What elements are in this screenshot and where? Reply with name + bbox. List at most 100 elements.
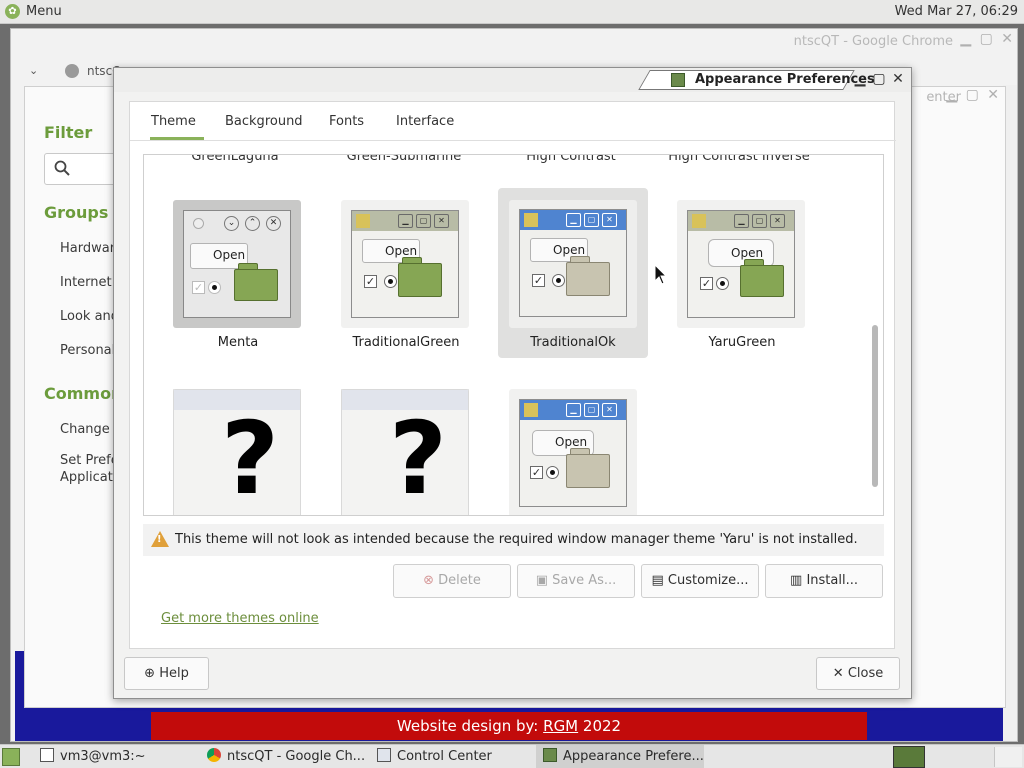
theme-preview-menta: ⌄ ⌃ ✕ Open ✓ xyxy=(173,200,301,328)
taskbar-label: ntscQT - Google Ch... xyxy=(227,749,366,764)
taskbar-label: Appearance Prefere... xyxy=(563,749,704,764)
theme-item-traditionalok[interactable]: ▁ ▢ ✕ Open ✓ TraditionalOk xyxy=(498,188,648,358)
chrome-window-title: ntscQT - Google Chrome xyxy=(793,34,953,49)
preferences-notebook: Theme Background Fonts Interface GreenLa… xyxy=(129,101,896,649)
theme-label-green-submarine[interactable]: Green-Submarine xyxy=(329,155,479,164)
chevron-down-icon[interactable]: ⌄ xyxy=(29,64,38,77)
appearance-preferences-window: Appearance Preferences ▁ ▢ ✕ Theme Backg… xyxy=(113,67,912,699)
groups-heading: Groups xyxy=(44,203,109,222)
close-label: Close xyxy=(847,666,884,681)
theme-label-high-contrast[interactable]: High Contrast xyxy=(496,155,646,164)
globe-icon xyxy=(65,64,79,78)
appearance-app-icon xyxy=(671,73,685,87)
close-icon: ✕ xyxy=(832,666,844,681)
filter-heading: Filter xyxy=(44,123,93,142)
banner-suffix: 2022 xyxy=(578,717,622,735)
close-icon: ✕ xyxy=(434,214,449,228)
help-label: Help xyxy=(159,666,189,681)
close-button[interactable]: ✕ Close xyxy=(816,657,900,690)
folder-icon xyxy=(566,262,610,296)
save-as-button[interactable]: ▣ Save As... xyxy=(517,564,635,598)
app-icon xyxy=(524,213,538,227)
minimize-icon: ▁ xyxy=(566,403,581,417)
theme-grid-scrollbar[interactable] xyxy=(872,325,878,487)
minimize-icon[interactable]: ▁ xyxy=(852,71,868,87)
title-bar[interactable]: Appearance Preferences ▁ ▢ ✕ xyxy=(114,68,911,92)
tab-background[interactable]: Background xyxy=(225,114,303,129)
maximize-icon: ▢ xyxy=(584,403,599,417)
theme-label-high-contrast-inverse[interactable]: High Contrast Inverse xyxy=(664,155,814,164)
theme-item-yarugreen[interactable]: ▁ ▢ ✕ Open ✓ YaruGreen xyxy=(677,200,807,360)
tab-fonts[interactable]: Fonts xyxy=(329,114,364,129)
radio-icon xyxy=(208,281,221,294)
theme-preview-yarugreen: ▁ ▢ ✕ Open ✓ xyxy=(677,200,805,328)
theme-item-unknown-3[interactable]: ▁ ▢ ✕ Open ✓ xyxy=(509,389,637,515)
theme-name-traditionalgreen: TraditionalGreen xyxy=(352,335,460,350)
theme-item-unknown-1[interactable]: ? xyxy=(173,389,301,516)
preview-window: ▁ ▢ ✕ Open ✓ xyxy=(351,210,459,318)
clock[interactable]: Wed Mar 27, 06:29 xyxy=(895,4,1018,19)
save-as-label: Save As... xyxy=(552,573,617,588)
maximize-icon[interactable]: ▢ xyxy=(871,71,887,87)
terminal-icon xyxy=(40,748,54,762)
group-item-look-and-feel[interactable]: Look and xyxy=(60,309,119,324)
warning-message: This theme will not look as intended bec… xyxy=(175,532,858,547)
warning-icon: ! xyxy=(151,531,169,547)
mouse-cursor-icon xyxy=(654,264,668,285)
theme-name-traditionalok: TraditionalOk xyxy=(530,335,616,350)
minimize-icon: ▁ xyxy=(734,214,749,228)
group-item-personal[interactable]: Personal xyxy=(60,343,115,358)
menu-icon[interactable]: ✿ xyxy=(5,4,20,19)
chevron-down-icon: ⌄ xyxy=(224,216,239,231)
taskbar-label: vm3@vm3:~ xyxy=(60,749,146,764)
app-icon xyxy=(356,214,370,228)
theme-item-unknown-2[interactable]: ? xyxy=(341,389,469,515)
theme-item-traditionalgreen[interactable]: ▁ ▢ ✕ Open ✓ TraditionalGreen xyxy=(341,200,471,360)
taskbar-item-control-center[interactable]: Control Center xyxy=(377,748,492,766)
warning-bar: ! This theme will not look as intended b… xyxy=(143,524,884,556)
install-button[interactable]: ▥ Install... xyxy=(765,564,883,598)
website-design-banner: Website design by: RGM 2022 xyxy=(151,712,867,740)
search-icon xyxy=(54,160,70,176)
folder-icon xyxy=(566,454,610,488)
folder-icon xyxy=(740,265,784,297)
chrome-icon xyxy=(207,748,221,762)
missing-preview-question-mark: ? xyxy=(221,400,280,516)
banner-link[interactable]: RGM xyxy=(543,717,578,735)
preview-window: ▁ ▢ ✕ Open ✓ xyxy=(687,210,795,318)
tab-theme[interactable]: Theme xyxy=(151,114,196,129)
theme-name-menta: Menta xyxy=(217,335,259,350)
menu-button[interactable]: Menu xyxy=(26,4,62,19)
app-icon xyxy=(692,214,706,228)
theme-label-greenlaguna[interactable]: GreenLaguna xyxy=(160,155,310,164)
preview-circle-icon xyxy=(193,218,204,229)
close-icon: ✕ xyxy=(770,214,785,228)
clipboard-icon: ▤ xyxy=(651,573,664,588)
banner-prefix: Website design by: xyxy=(396,717,544,735)
taskbar-item-appearance[interactable]: Appearance Prefere... xyxy=(543,748,704,766)
theme-item-menta[interactable]: ⌄ ⌃ ✕ Open ✓ Menta xyxy=(173,200,303,360)
checkbox-icon: ✓ xyxy=(192,281,205,294)
get-more-themes-link[interactable]: Get more themes online xyxy=(161,611,319,626)
package-icon: ▥ xyxy=(790,573,803,588)
checkbox-icon: ✓ xyxy=(364,275,377,288)
customize-button[interactable]: ▤ Customize... xyxy=(641,564,759,598)
delete-button[interactable]: ⊗ Delete xyxy=(393,564,511,598)
maximize-icon: ▢ xyxy=(416,214,431,228)
show-desktop-icon[interactable] xyxy=(2,748,20,766)
workspace-switcher[interactable] xyxy=(893,746,925,768)
maximize-icon: ▢ xyxy=(584,213,599,227)
desktop-pager[interactable] xyxy=(994,747,1022,767)
theme-preview-traditionalgreen: ▁ ▢ ✕ Open ✓ xyxy=(341,200,469,328)
theme-grid[interactable]: GreenLaguna Green-Submarine High Contras… xyxy=(143,154,884,516)
taskbar-item-chrome[interactable]: ntscQT - Google Ch... xyxy=(207,748,365,766)
tab-interface[interactable]: Interface xyxy=(396,114,454,129)
help-button[interactable]: ⊕ Help xyxy=(124,657,209,690)
close-icon: ✕ xyxy=(602,403,617,417)
theme-preview-unavailable: ? xyxy=(173,389,301,516)
taskbar-item-terminal[interactable]: vm3@vm3:~ xyxy=(40,748,146,766)
chrome-window-controls[interactable]: ▁ ▢ ✕ xyxy=(960,31,1015,47)
control-center-window-controls[interactable]: ▁ ▢ ✕ xyxy=(946,87,1001,103)
close-icon[interactable]: ✕ xyxy=(890,71,906,87)
delete-label: Delete xyxy=(438,573,481,588)
